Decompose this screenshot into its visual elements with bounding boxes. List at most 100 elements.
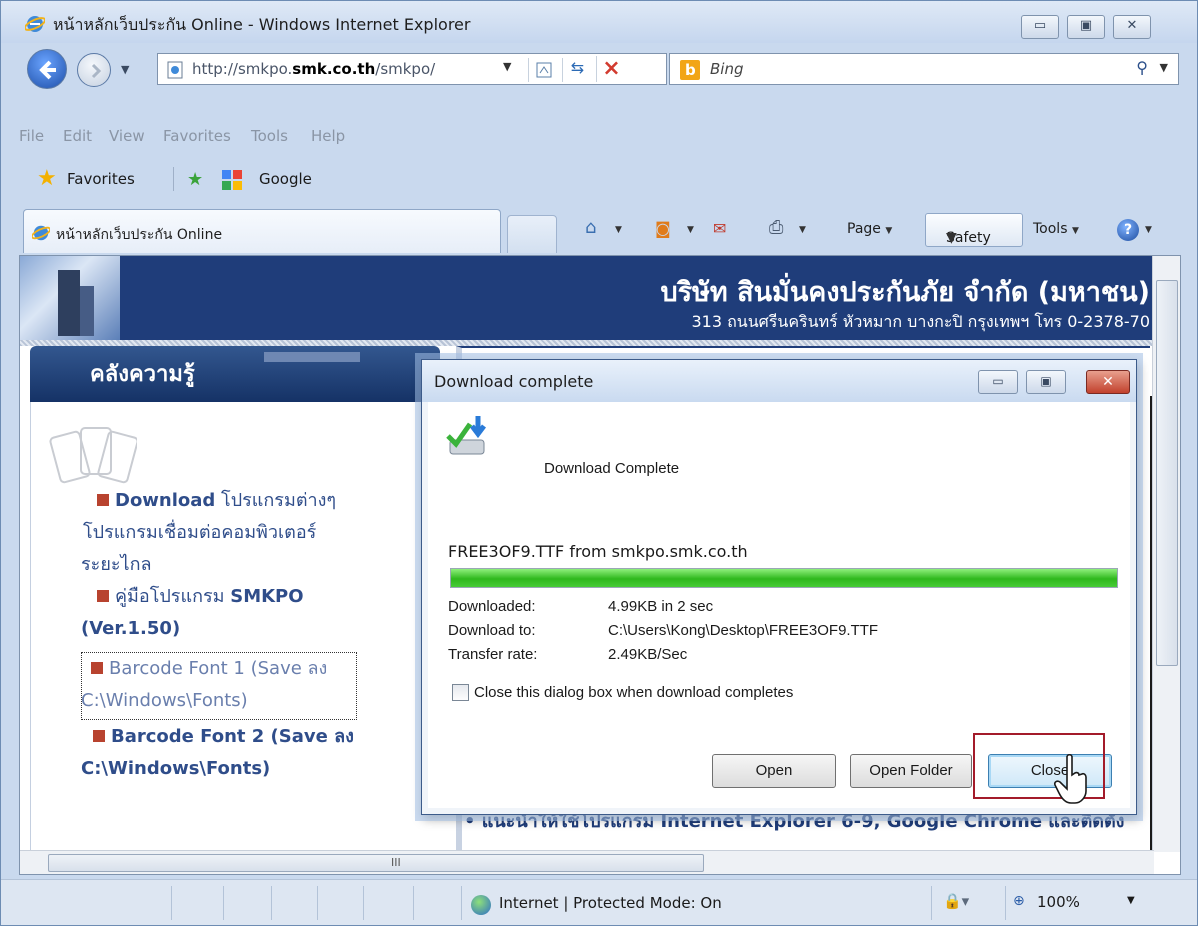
link-smkpo-manual[interactable]: คู่มือโปรแกรม SMKPO: [97, 582, 304, 612]
address-url[interactable]: http://smkpo.smk.co.th/smkpo/: [192, 60, 435, 78]
mail-icon[interactable]: ✉: [713, 219, 726, 238]
title-bar: หน้าหลักเว็บประกัน Online - Windows Inte…: [1, 1, 1197, 43]
download-progress-fill: [451, 569, 1117, 587]
feeds-icon[interactable]: ◙: [655, 219, 671, 238]
close-when-complete-label[interactable]: Close this dialog box when download comp…: [474, 684, 793, 701]
new-tab-button[interactable]: [507, 215, 557, 253]
vertical-scrollbar[interactable]: [1152, 256, 1180, 852]
zoom-icon[interactable]: ⊕: [1013, 893, 1025, 909]
menu-file[interactable]: File: [19, 127, 44, 145]
menu-view[interactable]: View: [109, 127, 145, 145]
link-smkpo-version[interactable]: (Ver.1.50): [81, 614, 180, 644]
status-divider: [931, 886, 932, 920]
close-window-button[interactable]: ✕: [1113, 15, 1151, 39]
dialog-title-bar: Download complete ▭ ▣ ✕: [422, 360, 1136, 402]
refresh-icon[interactable]: ⇆: [562, 58, 592, 82]
download-complete-icon: [446, 416, 486, 455]
search-box[interactable]: b Bing ⚲ ▼: [669, 53, 1179, 85]
bullet-square-icon: [91, 662, 103, 674]
compatibility-view-icon[interactable]: [528, 58, 558, 82]
menu-edit[interactable]: Edit: [63, 127, 92, 145]
open-button[interactable]: Open: [712, 754, 836, 788]
address-bar[interactable]: http://smkpo.smk.co.th/smkpo/ ▼ ⇆ ×: [157, 53, 667, 85]
print-icon[interactable]: ⎙: [769, 217, 783, 238]
zoom-level[interactable]: 100%: [1037, 893, 1080, 911]
sidebar-header: คลังความรู้: [30, 346, 440, 402]
favorites-star-icon[interactable]: ★: [37, 168, 57, 190]
link-barcode-font-1-path[interactable]: C:\Windows\Fonts): [81, 686, 248, 716]
forward-button[interactable]: [77, 53, 111, 87]
ie-logo-icon: [25, 16, 45, 32]
download-progress-bar: [450, 568, 1118, 588]
company-name: บริษัท สินมั่นคงประกันภัย จำกัด (มหาชน): [660, 277, 1150, 308]
search-dropdown-icon[interactable]: ▼: [1160, 61, 1168, 74]
help-icon[interactable]: ?: [1117, 219, 1139, 241]
mouse-cursor-icon: [1054, 753, 1087, 804]
feeds-dropdown-icon[interactable]: ▼: [687, 225, 694, 235]
link-barcode-font-1[interactable]: Barcode Font 1 (Save ลง: [91, 654, 327, 684]
company-address: 313 ถนนศรีนครินทร์ หัวหมาก บางกะปิ กรุงเ…: [691, 312, 1150, 331]
safety-menu[interactable]: Safety ▼: [925, 213, 1023, 247]
home-icon[interactable]: ⌂: [585, 217, 596, 238]
favorites-separator: [173, 167, 174, 191]
status-divider: [271, 886, 272, 920]
print-dropdown-icon[interactable]: ▼: [799, 225, 806, 235]
menu-favorites[interactable]: Favorites: [163, 127, 231, 145]
link-barcode-font-2-path[interactable]: C:\Windows\Fonts): [81, 754, 270, 784]
sidebar-title: คลังความรู้: [90, 362, 195, 387]
menu-tools[interactable]: Tools: [251, 127, 288, 145]
horizontal-scrollbar[interactable]: III: [20, 850, 1154, 874]
download-complete-heading: Download Complete: [544, 460, 680, 477]
status-divider: [363, 886, 364, 920]
help-dropdown-icon[interactable]: ▼: [1145, 225, 1152, 235]
page-menu[interactable]: Page ▼: [847, 221, 892, 237]
download-file-name: FREE3OF9.TTF from smkpo.smk.co.th: [448, 542, 748, 561]
tab-active[interactable]: หน้าหลักเว็บประกัน Online: [23, 209, 501, 253]
link-download-bold: Download: [115, 490, 216, 511]
favorites-button[interactable]: Favorites: [67, 170, 135, 188]
status-divider: [413, 886, 414, 920]
close-when-complete-checkbox[interactable]: [452, 684, 469, 701]
link-remote-connect-cont[interactable]: ระยะไกล: [81, 550, 152, 580]
zoom-dropdown-icon[interactable]: ▼: [1127, 895, 1135, 906]
dialog-close-x-button[interactable]: ✕: [1086, 370, 1130, 394]
minimize-button[interactable]: ▭: [1021, 15, 1059, 39]
link-manual-prefix: คู่มือโปรแกรม: [115, 586, 231, 607]
stop-icon[interactable]: ×: [596, 56, 626, 82]
window-title: หน้าหลักเว็บประกัน Online - Windows Inte…: [53, 15, 471, 34]
tools-menu[interactable]: Tools ▼: [1033, 221, 1079, 237]
favorite-item-google[interactable]: Google: [259, 170, 312, 188]
download-to-label: Download to:: [448, 622, 536, 639]
link-barcode-font-2[interactable]: Barcode Font 2 (Save ลง: [93, 722, 354, 752]
page-icon: [167, 61, 183, 79]
link-manual-bold: SMKPO: [230, 586, 304, 607]
close-button[interactable]: Close: [988, 754, 1112, 788]
sidebar-header-decoration: [264, 352, 360, 362]
security-zone-text[interactable]: Internet | Protected Mode: On: [499, 894, 722, 912]
bullet-square-icon: [97, 494, 109, 506]
link-remote-connect[interactable]: โปรแกรมเชื่อมต่อคอมพิวเตอร์: [83, 518, 316, 548]
status-divider: [461, 886, 462, 920]
transfer-rate-label: Transfer rate:: [448, 646, 538, 663]
url-prefix: http://smkpo.: [192, 60, 293, 78]
address-dropdown-icon[interactable]: ▼: [503, 60, 511, 73]
tools-menu-label: Tools: [1033, 221, 1068, 237]
url-domain: smk.co.th: [292, 60, 376, 78]
search-icon[interactable]: ⚲: [1136, 58, 1148, 77]
back-button[interactable]: [27, 49, 67, 89]
download-complete-dialog: Download complete ▭ ▣ ✕ Download Complet…: [421, 359, 1137, 815]
transfer-rate-value: 2.49KB/Sec: [608, 646, 688, 663]
link-download-programs[interactable]: Download โปรแกรมต่างๆ: [97, 486, 336, 516]
home-dropdown-icon[interactable]: ▼: [615, 225, 622, 235]
vertical-scroll-thumb[interactable]: [1156, 280, 1178, 666]
maximize-button[interactable]: ▣: [1067, 15, 1105, 39]
menu-help[interactable]: Help: [311, 127, 345, 145]
navigation-bar: ▼ http://smkpo.smk.co.th/smkpo/ ▼ ⇆ × b …: [1, 45, 1197, 89]
open-folder-button[interactable]: Open Folder: [850, 754, 972, 788]
recent-pages-dropdown[interactable]: ▼: [121, 63, 133, 76]
security-settings-icon[interactable]: 🔒▾: [943, 892, 969, 910]
dialog-maximize-button[interactable]: ▣: [1026, 370, 1066, 394]
horizontal-scroll-thumb[interactable]: III: [48, 854, 704, 872]
dialog-minimize-button[interactable]: ▭: [978, 370, 1018, 394]
add-to-favorites-bar-icon[interactable]: ★: [187, 169, 211, 190]
